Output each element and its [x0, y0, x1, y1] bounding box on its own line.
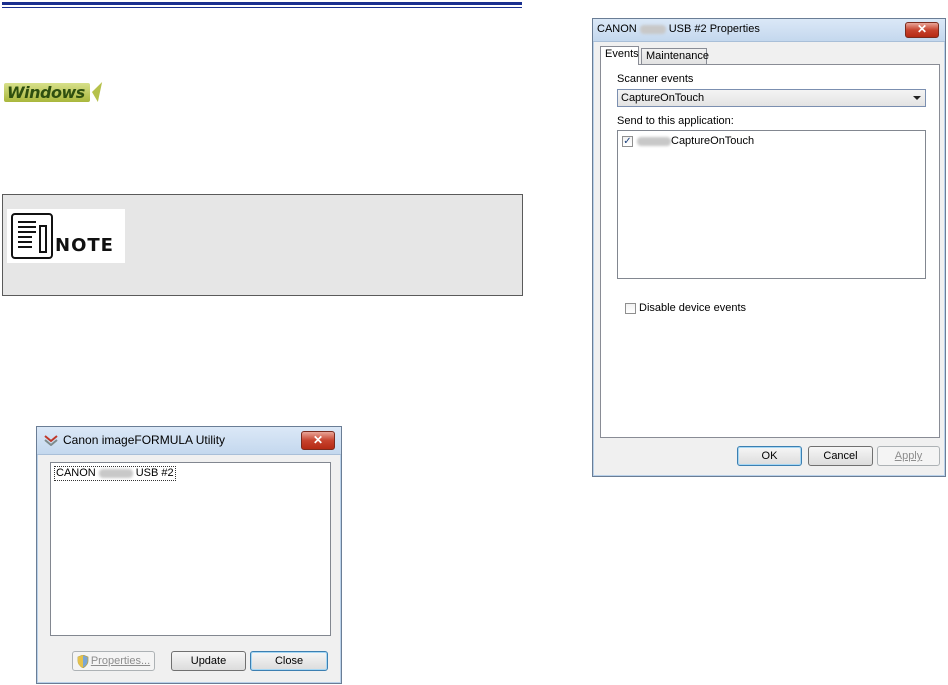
- disable-events-label[interactable]: Disable device events: [639, 302, 746, 314]
- note-label: NOTE: [55, 235, 114, 256]
- tab-events[interactable]: Events: [600, 46, 639, 65]
- close-button-label: Close: [274, 655, 304, 667]
- apply-button[interactable]: Apply: [877, 446, 940, 466]
- windows-badge: Windows: [4, 82, 102, 102]
- update-button-label: Update: [190, 655, 227, 667]
- note-box: NOTE: [2, 194, 523, 296]
- device-suffix: USB #2: [135, 467, 174, 479]
- properties-titlebar[interactable]: CANON USB #2 Properties ✕: [593, 19, 945, 42]
- scanner-events-value: CaptureOnTouch: [621, 92, 705, 104]
- application-list[interactable]: ✓ CaptureOnTouch: [617, 130, 926, 279]
- canon-app-icon: [44, 435, 58, 446]
- tab-maintenance[interactable]: Maintenance: [641, 48, 709, 64]
- ok-button[interactable]: OK: [737, 446, 802, 466]
- section-divider: [2, 2, 522, 8]
- utility-titlebar[interactable]: Canon imageFORMULA Utility ✕: [37, 427, 341, 455]
- properties-button[interactable]: Properties...: [72, 651, 155, 671]
- ok-button-label: OK: [761, 450, 778, 462]
- badge-tail-icon: [89, 82, 102, 102]
- properties-dialog: CANON USB #2 Properties ✕ Events Maintena…: [592, 18, 946, 477]
- cancel-button-label: Cancel: [823, 450, 858, 462]
- device-prefix: CANON: [56, 467, 96, 479]
- scanner-events-label: Scanner events: [617, 73, 694, 85]
- uac-shield-icon: [77, 655, 89, 668]
- disable-events-checkbox[interactable]: [625, 303, 636, 314]
- redacted-model: [637, 137, 671, 146]
- utility-close-icon[interactable]: ✕: [301, 431, 335, 450]
- cancel-button[interactable]: Cancel: [808, 446, 873, 466]
- close-button[interactable]: Close: [250, 651, 328, 671]
- document-pencil-icon: [11, 213, 53, 259]
- windows-badge-label: Windows: [4, 82, 90, 102]
- update-button[interactable]: Update: [171, 651, 246, 671]
- send-to-label: Send to this application:: [617, 115, 734, 127]
- application-checkbox[interactable]: ✓: [622, 136, 633, 147]
- apply-button-label: Apply: [894, 450, 923, 462]
- properties-button-label: Properties...: [90, 655, 151, 667]
- utility-dialog: Canon imageFORMULA Utility ✕ CANON USB #2…: [36, 426, 342, 684]
- utility-title: Canon imageFORMULA Utility: [63, 433, 226, 447]
- note-icon: NOTE: [7, 209, 125, 263]
- events-panel: Scanner events CaptureOnTouch Send to th…: [600, 64, 940, 438]
- redacted-model: [98, 468, 133, 478]
- redacted-model: [639, 24, 666, 34]
- properties-title: CANON USB #2 Properties: [597, 23, 760, 35]
- device-list-item[interactable]: CANON USB #2: [54, 466, 176, 481]
- dropdown-arrow-icon: [913, 96, 921, 100]
- application-item-label[interactable]: CaptureOnTouch: [671, 135, 754, 147]
- scanner-events-select[interactable]: CaptureOnTouch: [617, 89, 926, 107]
- device-list[interactable]: CANON USB #2: [50, 462, 331, 636]
- properties-close-icon[interactable]: ✕: [905, 22, 939, 38]
